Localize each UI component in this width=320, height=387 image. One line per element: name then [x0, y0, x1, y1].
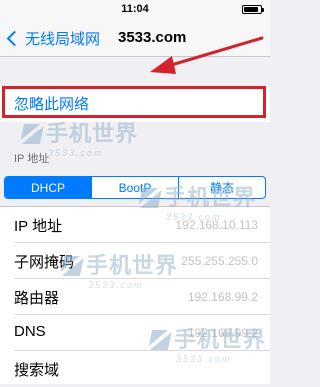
table-row: 子网掩码 255.255.255.0 — [0, 243, 270, 279]
row-label-ip: IP 地址 — [14, 218, 63, 235]
table-row[interactable]: DNS 192.168.99.2 — [0, 315, 270, 351]
battery-icon — [242, 5, 264, 14]
row-label-subnet: 子网掩码 — [14, 254, 75, 271]
back-button-label: 无线局域网 — [25, 30, 101, 48]
table-row: IP 地址 192.168.10.113 — [0, 207, 270, 243]
watermark-text: 手机世界 — [46, 122, 139, 147]
status-bar: 11:04 — [0, 0, 270, 20]
watermark-logo-icon — [19, 124, 45, 144]
navigation-bar: 无线局域网 3533.com — [0, 20, 270, 57]
row-value-ip: 192.168.10.113 — [175, 218, 258, 232]
chevron-left-icon — [6, 30, 23, 46]
segment-bootp[interactable]: BootP — [91, 177, 178, 198]
segment-static[interactable]: 静态 — [178, 177, 265, 198]
ip-settings-table: IP 地址 192.168.10.113 子网掩码 255.255.255.0 … — [0, 206, 270, 384]
row-label-router: 路由器 — [14, 290, 60, 307]
highlight-box — [2, 86, 266, 118]
watermark-sub: 3533.com — [48, 148, 104, 158]
status-time: 11:04 — [121, 3, 149, 15]
back-button[interactable]: 无线局域网 — [5, 27, 100, 49]
table-row[interactable]: 搜索域 — [0, 351, 270, 387]
page-title: 3533.com — [118, 29, 187, 46]
row-value-dns[interactable]: 192.168.99.2 — [188, 326, 258, 340]
row-label-dns: DNS — [14, 323, 46, 340]
row-value-router: 192.168.99.2 — [187, 290, 258, 304]
table-row: 路由器 192.168.99.2 — [0, 279, 270, 315]
segment-dhcp[interactable]: DHCP — [5, 177, 91, 198]
row-value-subnet: 255.255.255.0 — [181, 254, 258, 268]
row-label-search-domains: 搜索域 — [14, 362, 60, 379]
section-header-ip: IP 地址 — [14, 153, 50, 165]
ip-mode-segmented-control: DHCP BootP 静态 — [4, 176, 266, 199]
